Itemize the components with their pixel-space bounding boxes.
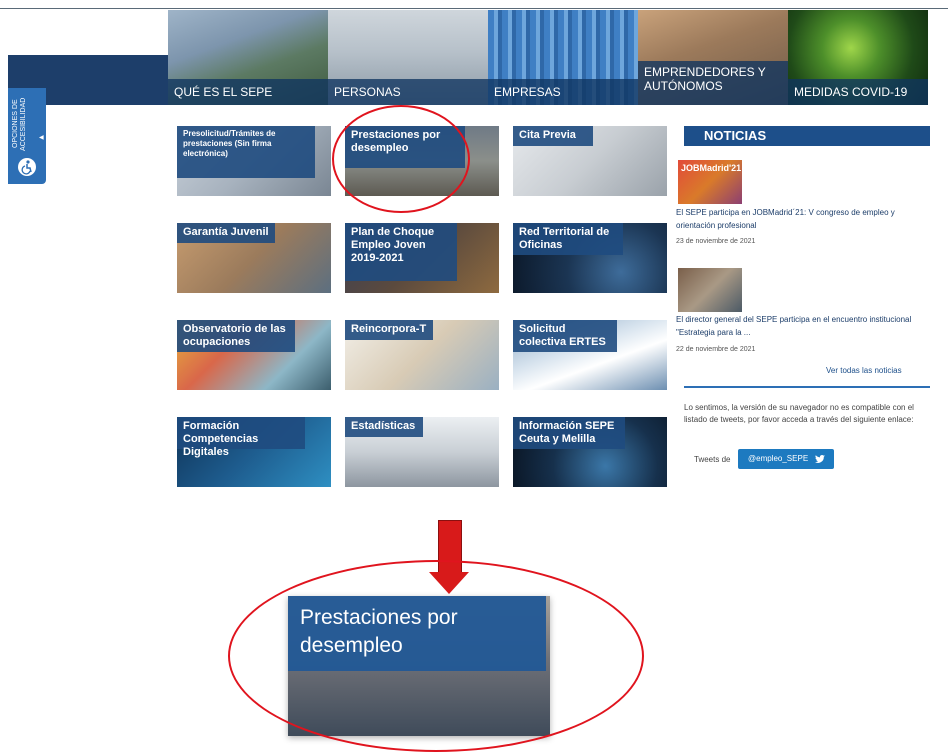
tile-label: Garantía Juvenil	[177, 223, 275, 243]
top-border	[0, 8, 948, 9]
twitter-handle: @empleo_SEPE	[748, 454, 809, 463]
nav-item-que-es-el-sepe[interactable]: QUÉ ES EL SEPE	[168, 10, 328, 105]
tile-label: Estadísticas	[345, 417, 423, 437]
nav-item-emprendedores-y-autonomos[interactable]: EMPRENDEDORES Y AUTÓNOMOS	[638, 10, 788, 105]
tile-label: Solicitud colectiva ERTES	[513, 320, 617, 352]
nav-item-empresas[interactable]: EMPRESAS	[488, 10, 638, 105]
tile-label: Formación Competencias Digitales	[177, 417, 305, 458]
nav-label: QUÉ ES EL SEPE	[168, 79, 328, 105]
news-divider	[684, 386, 930, 388]
twitter-fallback-message: Lo sentimos, la versión de su navegador …	[684, 403, 914, 424]
accessibility-label: OPCIONES DE ACCESIBILIDAD	[12, 97, 27, 151]
tile-plan-de-choque[interactable]: Plan de Choque Empleo Joven 2019-2021	[345, 223, 499, 293]
tile-cita-previa[interactable]: Cita Previa	[513, 126, 667, 196]
accessibility-options-tab[interactable]: OPCIONES DE ACCESIBILIDAD ◀	[8, 88, 46, 184]
tile-reincorpora-t[interactable]: Reincorpora-T	[345, 320, 499, 390]
tile-formacion-competencias-digitales[interactable]: Formación Competencias Digitales	[177, 417, 331, 487]
highlight-ellipse	[332, 105, 470, 213]
tile-label: Presolicitud/Trámites de prestaciones (S…	[177, 126, 315, 178]
tile-label: Observatorio de las ocupaciones	[177, 320, 295, 352]
tile-label: Red Territorial de Oficinas	[513, 223, 623, 255]
see-all-news-link[interactable]: Ver todas las noticias	[826, 366, 902, 375]
tile-garantia-juvenil[interactable]: Garantía Juvenil	[177, 223, 331, 293]
news-header: NOTICIAS	[684, 126, 930, 146]
tile-estadisticas[interactable]: Estadísticas	[345, 417, 499, 487]
news-image[interactable]: JOBMadrid'21	[678, 160, 742, 204]
news-title: NOTICIAS	[704, 128, 767, 143]
news-item-date: 22 de noviembre de 2021	[676, 346, 756, 353]
tile-solicitud-colectiva-ertes[interactable]: Solicitud colectiva ERTES	[513, 320, 667, 390]
news-item-date: 23 de noviembre de 2021	[676, 238, 756, 245]
tile-presolicitud[interactable]: Presolicitud/Trámites de prestaciones (S…	[177, 126, 331, 196]
tile-red-territorial[interactable]: Red Territorial de Oficinas	[513, 223, 667, 293]
news-item-title[interactable]: El SEPE participa en JOBMadrid´21: V con…	[676, 206, 932, 232]
twitter-bird-icon	[814, 453, 826, 465]
twitter-link-button[interactable]: @empleo_SEPE	[738, 449, 834, 469]
tile-label: Cita Previa	[513, 126, 593, 146]
nav-label: MEDIDAS COVID-19	[788, 79, 928, 105]
wheelchair-icon	[18, 158, 36, 176]
tile-label: Plan de Choque Empleo Joven 2019-2021	[345, 223, 457, 281]
tweets-label: Tweets de	[694, 455, 731, 464]
tile-informacion-ceuta-melilla[interactable]: Información SEPE Ceuta y Melilla	[513, 417, 667, 487]
nav-label: EMPRENDEDORES Y AUTÓNOMOS	[638, 61, 788, 105]
main-nav: QUÉ ES EL SEPE PERSONAS EMPRESAS EMPREND…	[168, 10, 928, 105]
tile-observatorio[interactable]: Observatorio de las ocupaciones	[177, 320, 331, 390]
caret-left-icon: ◀	[39, 135, 44, 141]
nav-label: EMPRESAS	[488, 79, 638, 105]
news-image-caption: JOBMadrid'21	[681, 163, 742, 173]
tile-label: Reincorpora-T	[345, 320, 433, 340]
news-item-title[interactable]: El director general del SEPE participa e…	[676, 313, 932, 339]
zoom-highlight-ellipse	[228, 560, 644, 752]
news-image[interactable]	[678, 268, 742, 312]
nav-item-medidas-covid-19[interactable]: MEDIDAS COVID-19	[788, 10, 928, 105]
tile-label: Información SEPE Ceuta y Melilla	[513, 417, 625, 449]
nav-item-personas[interactable]: PERSONAS	[328, 10, 488, 105]
nav-label: PERSONAS	[328, 79, 488, 105]
